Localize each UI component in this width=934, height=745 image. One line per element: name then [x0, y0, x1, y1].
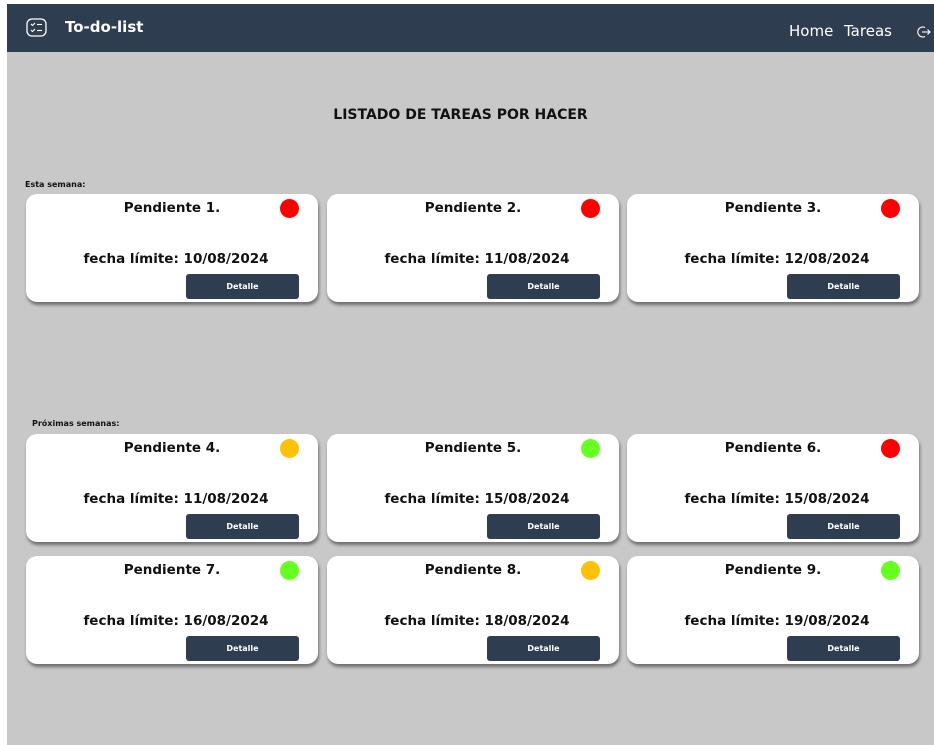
- task-deadline: fecha límite: 11/08/2024: [384, 251, 570, 267]
- task-deadline: fecha límite: 10/08/2024: [83, 251, 269, 267]
- status-indicator: [881, 561, 900, 580]
- detail-button[interactable]: Detalle: [487, 274, 600, 299]
- task-card: Pendiente 2. fecha límite: 11/08/2024 De…: [327, 194, 619, 302]
- detail-button[interactable]: Detalle: [787, 274, 900, 299]
- page-title: LISTADO DE TAREAS POR HACER: [333, 107, 588, 123]
- detail-button[interactable]: Detalle: [487, 636, 600, 661]
- task-title: Pendiente 6.: [724, 440, 822, 456]
- logout-icon[interactable]: [917, 24, 931, 38]
- task-title: Pendiente 2.: [424, 200, 522, 216]
- detail-button[interactable]: Detalle: [487, 514, 600, 539]
- task-card: Pendiente 5. fecha límite: 15/08/2024 De…: [327, 434, 619, 542]
- task-title: Pendiente 7.: [123, 562, 221, 578]
- task-title: Pendiente 3.: [724, 200, 822, 216]
- task-deadline: fecha límite: 16/08/2024: [83, 613, 269, 629]
- nav-link-tareas[interactable]: Tareas: [844, 22, 892, 40]
- brand-title[interactable]: To-do-list: [65, 17, 143, 37]
- task-deadline: fecha límite: 12/08/2024: [684, 251, 870, 267]
- task-deadline: fecha límite: 15/08/2024: [384, 491, 570, 507]
- task-card: Pendiente 8. fecha límite: 18/08/2024 De…: [327, 556, 619, 664]
- task-card: Pendiente 6. fecha límite: 15/08/2024 De…: [627, 434, 919, 542]
- task-title: Pendiente 5.: [424, 440, 522, 456]
- detail-button[interactable]: Detalle: [186, 514, 299, 539]
- app-frame: To-do-list Home Tareas LISTADO DE TAREAS…: [7, 4, 934, 745]
- task-title: Pendiente 1.: [123, 200, 221, 216]
- task-title: Pendiente 9.: [724, 562, 822, 578]
- task-card: Pendiente 3. fecha límite: 12/08/2024 De…: [627, 194, 919, 302]
- status-indicator: [280, 199, 299, 218]
- detail-button[interactable]: Detalle: [787, 636, 900, 661]
- status-indicator: [881, 199, 900, 218]
- task-deadline: fecha límite: 18/08/2024: [384, 613, 570, 629]
- detail-button[interactable]: Detalle: [186, 636, 299, 661]
- task-title: Pendiente 4.: [123, 440, 221, 456]
- section-label-this-week: Esta semana:: [25, 180, 86, 189]
- task-card: Pendiente 9. fecha límite: 19/08/2024 De…: [627, 556, 919, 664]
- navbar: To-do-list Home Tareas: [7, 4, 934, 52]
- nav-link-home[interactable]: Home: [789, 22, 833, 40]
- status-indicator: [280, 439, 299, 458]
- status-indicator: [280, 561, 299, 580]
- task-deadline: fecha límite: 15/08/2024: [684, 491, 870, 507]
- status-indicator: [581, 199, 600, 218]
- task-card: Pendiente 4. fecha límite: 11/08/2024 De…: [26, 434, 318, 542]
- section-label-next-weeks: Próximas semanas:: [32, 419, 120, 428]
- detail-button[interactable]: Detalle: [186, 274, 299, 299]
- status-indicator: [581, 439, 600, 458]
- task-deadline: fecha límite: 19/08/2024: [684, 613, 870, 629]
- task-title: Pendiente 8.: [424, 562, 522, 578]
- status-indicator: [581, 561, 600, 580]
- task-card: Pendiente 7. fecha límite: 16/08/2024 De…: [26, 556, 318, 664]
- task-card: Pendiente 1. fecha límite: 10/08/2024 De…: [26, 194, 318, 302]
- checklist-icon[interactable]: [26, 18, 47, 37]
- detail-button[interactable]: Detalle: [787, 514, 900, 539]
- status-indicator: [881, 439, 900, 458]
- task-deadline: fecha límite: 11/08/2024: [83, 491, 269, 507]
